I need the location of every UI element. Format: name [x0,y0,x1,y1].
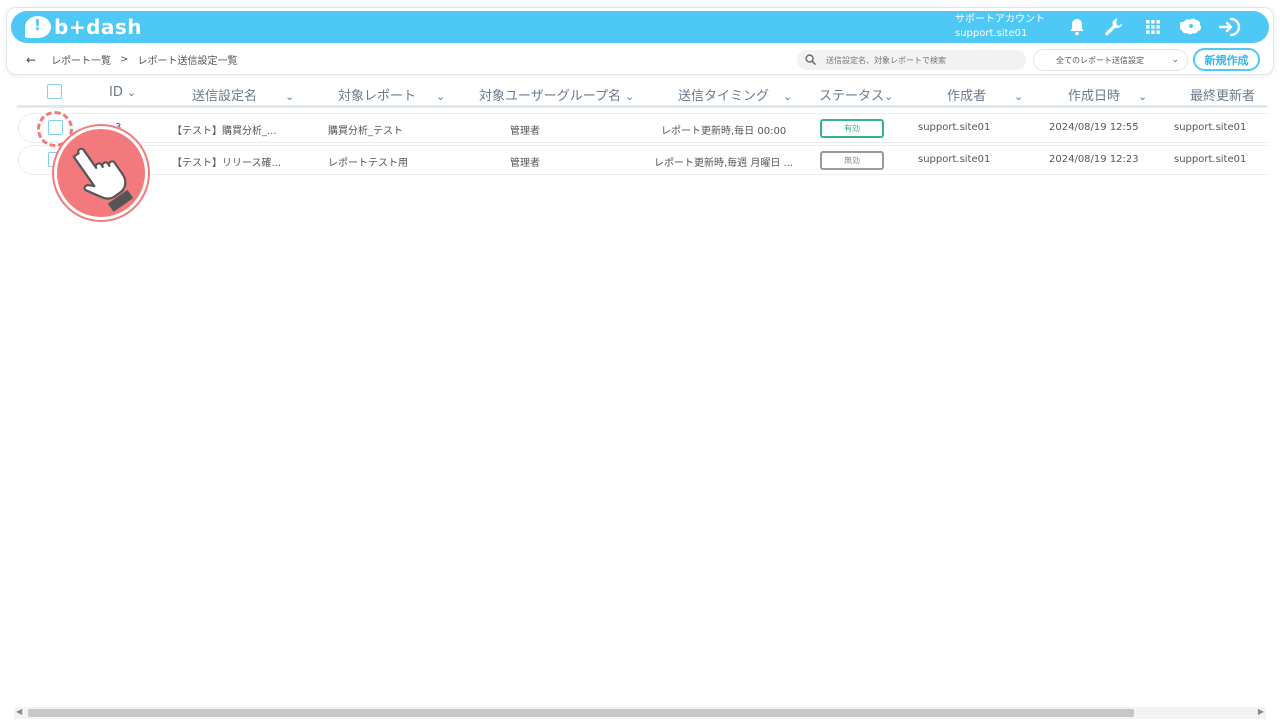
chevron-down-icon: ⌄ [285,90,295,103]
cell-updated-by: support.site01 [1174,122,1247,133]
top-bar: b+dash サポートアカウント support.site01 [11,11,1269,43]
column-header-status[interactable]: ステータス⌄ [819,85,893,104]
table-row[interactable]: 2 【テスト】リリース確... レポートテスト用 管理者 レポート更新時,毎週 … [18,145,1268,175]
back-arrow-icon[interactable]: ← [26,53,36,67]
cell-updated-by: support.site01 [1174,154,1247,165]
cell-created-at: 2024/08/19 12:55 [1049,122,1139,133]
column-header-report[interactable]: 対象レポート ⌄ [338,85,445,104]
chevron-down-icon: ⌄ [126,86,137,99]
search-box[interactable] [797,50,1026,70]
logo[interactable]: b+dash [25,15,142,39]
column-header-name[interactable]: 送信設定名 ⌄ [192,85,294,104]
scrollbar-thumb[interactable] [28,709,1134,717]
cell-report: 購買分析_テスト [328,126,403,137]
column-header-user-group[interactable]: 対象ユーザーグループ名 ⌄ [479,85,634,104]
logout-icon[interactable] [1218,15,1242,39]
filter-selected-value: 全てのレポート送信設定 [1056,55,1144,65]
logo-icon [25,16,51,38]
cell-created-at: 2024/08/19 12:23 [1049,154,1139,165]
column-header-updated-by[interactable]: 最終更新者 [1190,85,1255,104]
column-header-creator[interactable]: 作成者 ⌄ [947,85,1023,104]
breadcrumb-current: レポート送信設定一覧 [137,56,238,67]
cell-creator: support.site01 [918,122,991,133]
new-create-button[interactable]: 新規作成 [1193,48,1260,71]
scroll-left-icon[interactable]: ◀ [16,707,22,716]
cell-user-group: 管理者 [510,158,540,169]
column-header-timing[interactable]: 送信タイミング ⌄ [678,85,792,104]
chevron-down-icon: ⌄ [436,90,446,103]
table-row[interactable]: 3 【テスト】購買分析_... 購買分析_テスト 管理者 レポート更新時,毎日 … [18,113,1268,143]
breadcrumb-separator: > [120,54,129,65]
select-all-checkbox[interactable] [47,84,62,99]
chevron-down-icon: ⌄ [884,90,894,103]
chevron-down-icon: ⌄ [783,90,793,103]
account-info[interactable]: サポートアカウント support.site01 [955,13,1045,41]
column-header-id[interactable]: ID ⌄ [109,85,136,100]
wrench-icon[interactable] [1102,15,1126,39]
report-filter-select[interactable]: 全てのレポート送信設定 ⌄ [1033,49,1188,71]
chevron-down-icon: ⌄ [624,90,635,103]
breadcrumb-parent[interactable]: レポート一覧 [51,52,111,67]
cell-user-group: 管理者 [510,126,540,137]
status-badge: 有効 [820,119,884,138]
brain-icon[interactable] [1179,15,1203,39]
search-icon [805,54,816,65]
grid-icon[interactable] [1141,15,1165,39]
search-input[interactable] [826,55,1016,65]
account-id: support.site01 [955,28,1028,39]
cell-name[interactable]: 【テスト】購買分析_... [172,122,277,137]
pointing-hand-icon [54,126,148,220]
cell-report: レポートテスト用 [328,158,408,169]
cell-timing: レポート更新時,毎日 00:00 [661,126,787,137]
horizontal-scrollbar[interactable]: ◀ ▶ [14,707,1266,719]
table-header: ID ⌄ 送信設定名 ⌄ 対象レポート ⌄ 対象ユーザーグループ名 ⌄ 送信タイミング ⌄… [17,80,1267,108]
chevron-down-icon: ⌄ [1171,55,1179,65]
column-header-created-at[interactable]: 作成日時 ⌄ [1068,85,1147,104]
cell-timing: レポート更新時,毎週 月曜日 ... [654,158,794,169]
account-label: サポートアカウント [955,14,1045,25]
cell-creator: support.site01 [918,154,991,165]
cell-name[interactable]: 【テスト】リリース確... [172,154,281,169]
bell-icon[interactable] [1065,15,1089,39]
chevron-down-icon: ⌄ [1014,90,1024,103]
logo-text: b+dash [54,15,143,39]
status-badge: 無効 [820,151,884,170]
scroll-right-icon[interactable]: ▶ [1258,707,1264,716]
breadcrumb: ← レポート一覧 > レポート送信設定一覧 [26,52,238,68]
chevron-down-icon: ⌄ [1138,90,1148,103]
